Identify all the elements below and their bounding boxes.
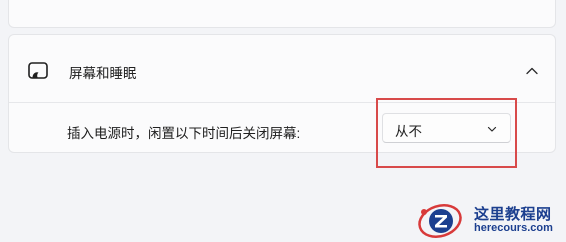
screen-off-timeout-label: 插入电源时，闲置以下时间后关闭屏幕: — [67, 126, 301, 141]
watermark: 这里教程网 herecours.com — [414, 198, 566, 242]
chevron-up-icon[interactable] — [523, 62, 541, 80]
previous-settings-card — [8, 0, 556, 28]
watermark-url: herecours.com — [474, 222, 553, 234]
dropdown-selected-value: 从不 — [395, 124, 422, 139]
screen-sleep-card: 屏幕和睡眠 插入电源时，闲置以下时间后关闭屏幕: 从不 — [8, 34, 556, 153]
watermark-title: 这里教程网 — [474, 205, 552, 223]
card-divider — [9, 102, 555, 103]
section-title: 屏幕和睡眠 — [69, 66, 137, 81]
screen-off-timeout-dropdown[interactable]: 从不 — [382, 113, 511, 143]
watermark-logo-icon — [418, 204, 462, 238]
chevron-down-icon — [487, 126, 497, 132]
monitor-sleep-icon — [28, 62, 48, 79]
screen-sleep-header[interactable]: 屏幕和睡眠 — [9, 35, 555, 103]
